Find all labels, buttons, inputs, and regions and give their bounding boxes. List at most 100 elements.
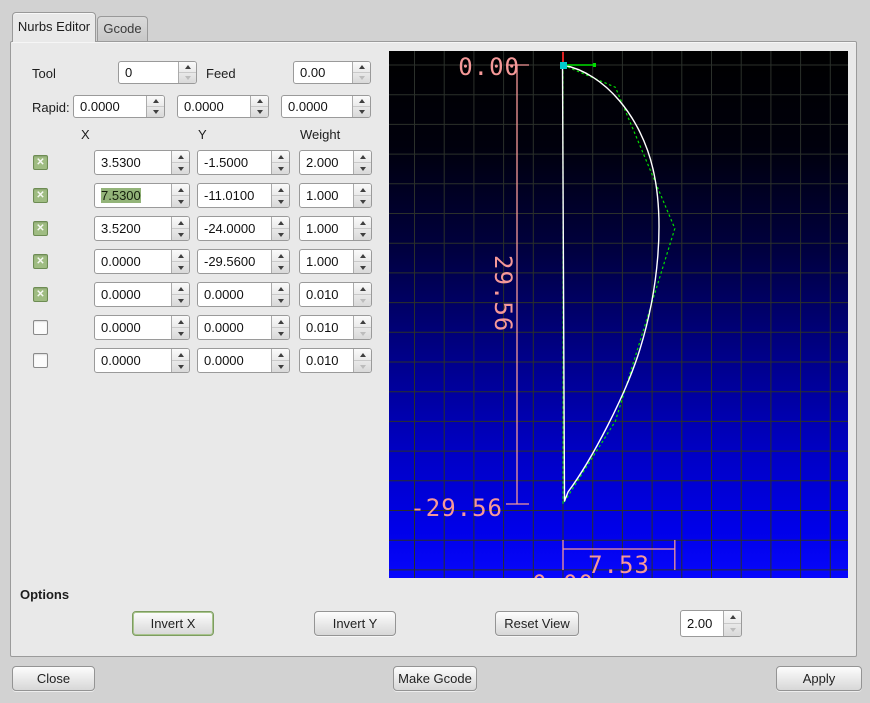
point-enable-checkbox[interactable]: ✕ <box>33 188 48 203</box>
grid-size-value[interactable]: 2.00 <box>681 611 723 636</box>
spin-down-icon[interactable] <box>172 361 189 372</box>
spin-up-icon[interactable] <box>172 217 189 229</box>
point-y-value[interactable]: -1.5000 <box>198 151 271 174</box>
spin-up-icon[interactable] <box>272 151 289 163</box>
point-weight-value[interactable]: 1.000 <box>300 250 353 273</box>
point-y-spinbox[interactable]: -11.0100 <box>197 183 290 208</box>
point-y-value[interactable]: 0.0000 <box>198 283 271 306</box>
feed-spin-up-icon[interactable] <box>353 62 370 73</box>
point-enable-checkbox[interactable] <box>33 353 48 368</box>
spin-up-icon[interactable] <box>172 184 189 196</box>
spin-up-icon[interactable] <box>354 217 371 229</box>
spin-up-icon[interactable] <box>272 184 289 196</box>
invert-x-button[interactable]: Invert X <box>132 611 214 636</box>
point-weight-spinbox[interactable]: 0.010 <box>299 315 372 340</box>
make-gcode-button[interactable]: Make Gcode <box>393 666 477 691</box>
point-y-value[interactable]: 0.0000 <box>198 316 271 339</box>
point-weight-value[interactable]: 1.000 <box>300 217 353 240</box>
spin-down-icon[interactable] <box>172 295 189 306</box>
point-x-spinbox[interactable]: 0.0000 <box>94 348 190 373</box>
feed-spin-down-icon[interactable] <box>353 73 370 83</box>
spin-up-icon[interactable] <box>172 316 189 328</box>
spin-down-icon[interactable] <box>354 295 371 306</box>
nurbs-plot-canvas[interactable]: 0.0029.56-29.567.530.00 <box>389 51 848 578</box>
point-x-value[interactable]: 0.0000 <box>95 250 171 273</box>
rapid-x-spin-down-icon[interactable] <box>147 107 164 117</box>
spin-up-icon[interactable] <box>272 217 289 229</box>
point-y-spinbox[interactable]: 0.0000 <box>197 315 290 340</box>
spin-down-icon[interactable] <box>354 262 371 273</box>
point-y-spinbox[interactable]: -29.5600 <box>197 249 290 274</box>
invert-y-button[interactable]: Invert Y <box>314 611 396 636</box>
spin-up-icon[interactable] <box>172 250 189 262</box>
tab-gcode[interactable]: Gcode <box>97 16 148 41</box>
spin-down-icon[interactable] <box>354 361 371 372</box>
point-enable-checkbox[interactable]: ✕ <box>33 287 48 302</box>
rapid-z-spin-up-icon[interactable] <box>353 96 370 107</box>
spin-down-icon[interactable] <box>354 328 371 339</box>
spin-up-icon[interactable] <box>172 283 189 295</box>
feed-value[interactable]: 0.00 <box>294 62 352 83</box>
point-x-spinbox[interactable]: 7.5300 <box>94 183 190 208</box>
spin-down-icon[interactable] <box>172 229 189 240</box>
rapid-y-value[interactable]: 0.0000 <box>178 96 250 117</box>
spin-down-icon[interactable] <box>354 163 371 174</box>
spin-down-icon[interactable] <box>272 163 289 174</box>
spin-up-icon[interactable] <box>354 184 371 196</box>
point-x-spinbox[interactable]: 0.0000 <box>94 282 190 307</box>
point-weight-value[interactable]: 0.010 <box>300 349 353 372</box>
spin-up-icon[interactable] <box>272 250 289 262</box>
point-x-value[interactable]: 3.5300 <box>95 151 171 174</box>
spin-down-icon[interactable] <box>272 295 289 306</box>
point-enable-checkbox[interactable]: ✕ <box>33 155 48 170</box>
spin-down-icon[interactable] <box>272 361 289 372</box>
spin-up-icon[interactable] <box>354 283 371 295</box>
point-x-spinbox[interactable]: 0.0000 <box>94 249 190 274</box>
point-weight-value[interactable]: 1.000 <box>300 184 353 207</box>
point-weight-spinbox[interactable]: 2.000 <box>299 150 372 175</box>
rapid-z-spin-down-icon[interactable] <box>353 107 370 117</box>
apply-button[interactable]: Apply <box>776 666 862 691</box>
point-y-spinbox[interactable]: -1.5000 <box>197 150 290 175</box>
spin-up-icon[interactable] <box>272 349 289 361</box>
point-enable-checkbox[interactable]: ✕ <box>33 254 48 269</box>
spin-up-icon[interactable] <box>354 250 371 262</box>
rapid-y-spinbox[interactable]: 0.0000 <box>177 95 269 118</box>
spin-up-icon[interactable] <box>272 316 289 328</box>
point-weight-value[interactable]: 2.000 <box>300 151 353 174</box>
point-y-value[interactable]: -29.5600 <box>198 250 271 273</box>
spin-down-icon[interactable] <box>172 196 189 207</box>
spin-up-icon[interactable] <box>354 151 371 163</box>
point-weight-value[interactable]: 0.010 <box>300 316 353 339</box>
point-y-value[interactable]: -24.0000 <box>198 217 271 240</box>
rapid-z-value[interactable]: 0.0000 <box>282 96 352 117</box>
rapid-x-spin-up-icon[interactable] <box>147 96 164 107</box>
spin-down-icon[interactable] <box>272 196 289 207</box>
point-x-value[interactable]: 0.0000 <box>95 316 171 339</box>
tool-spinbox[interactable]: 0 <box>118 61 197 84</box>
point-x-spinbox[interactable]: 3.5200 <box>94 216 190 241</box>
spin-down-icon[interactable] <box>272 262 289 273</box>
spin-up-icon[interactable] <box>272 283 289 295</box>
rapid-y-spin-down-icon[interactable] <box>251 107 268 117</box>
rapid-x-spinbox[interactable]: 0.0000 <box>73 95 165 118</box>
spin-down-icon[interactable] <box>272 328 289 339</box>
point-x-value[interactable]: 0.0000 <box>95 283 171 306</box>
spin-down-icon[interactable] <box>272 229 289 240</box>
point-weight-spinbox[interactable]: 1.000 <box>299 216 372 241</box>
spin-up-icon[interactable] <box>354 316 371 328</box>
spin-down-icon[interactable] <box>354 229 371 240</box>
point-y-value[interactable]: 0.0000 <box>198 349 271 372</box>
point-x-value[interactable]: 7.5300 <box>95 184 171 207</box>
feed-spinbox[interactable]: 0.00 <box>293 61 371 84</box>
grid-size-spin-down-icon[interactable] <box>724 624 741 636</box>
tool-spin-down-icon[interactable] <box>179 73 196 83</box>
rapid-x-value[interactable]: 0.0000 <box>74 96 146 117</box>
reset-view-button[interactable]: Reset View <box>495 611 579 636</box>
spin-down-icon[interactable] <box>172 328 189 339</box>
point-enable-checkbox[interactable] <box>33 320 48 335</box>
point-y-spinbox[interactable]: -24.0000 <box>197 216 290 241</box>
point-x-spinbox[interactable]: 3.5300 <box>94 150 190 175</box>
tool-spin-up-icon[interactable] <box>179 62 196 73</box>
rapid-z-spinbox[interactable]: 0.0000 <box>281 95 371 118</box>
